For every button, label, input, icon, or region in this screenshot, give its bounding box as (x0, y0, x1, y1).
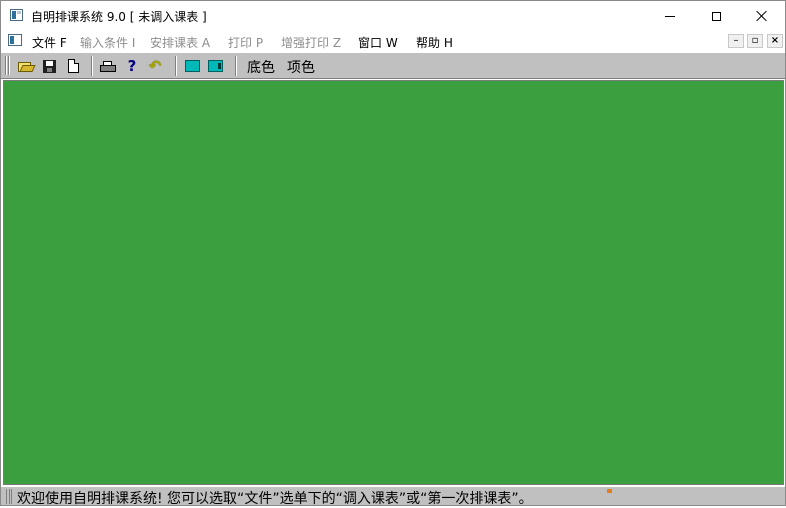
toolbar-separator (175, 56, 176, 76)
menu-window[interactable]: 窗口 W (358, 34, 398, 51)
menu-bar: 文件 F 输入条件 I 安排课表 A 打印 P 增强打印 Z 窗口 W 帮助 H… (1, 31, 785, 51)
save-icon (42, 59, 56, 73)
background-color-label-button[interactable]: 底色 (247, 57, 275, 77)
undo-button[interactable]: ↶ (145, 56, 165, 76)
status-grip (6, 489, 10, 504)
help-icon: ? (127, 57, 137, 75)
toolbar: ? ↶ 底色 项色 (1, 52, 785, 79)
maximize-icon (711, 11, 721, 21)
close-button[interactable] (739, 1, 785, 31)
new-button[interactable] (63, 56, 83, 76)
mdi-close-button[interactable]: × (767, 34, 783, 48)
close-icon (756, 10, 768, 22)
menu-input-conditions[interactable]: 输入条件 I (80, 34, 135, 51)
new-file-icon (67, 59, 79, 73)
item-color-label-button[interactable]: 项色 (287, 57, 315, 77)
toolbar-separator (91, 56, 92, 76)
window-title: 自明排课系统 9.0 [ 未调入课表 ] (31, 10, 207, 24)
app-window: 自明排课系统 9.0 [ 未调入课表 ] 文件 F 输入条件 I 安排课表 A … (0, 0, 786, 507)
mdi-minimize-button[interactable]: – (728, 34, 744, 48)
status-grip (11, 489, 12, 504)
save-button[interactable] (39, 56, 59, 76)
document-window-icon[interactable] (8, 34, 22, 46)
item-color-button[interactable] (205, 56, 225, 76)
title-bar[interactable]: 自明排课系统 9.0 [ 未调入课表 ] (1, 1, 785, 31)
status-indicator (607, 489, 612, 493)
menu-print[interactable]: 打印 P (228, 34, 263, 51)
menu-file[interactable]: 文件 F (32, 34, 67, 51)
minimize-icon (665, 15, 675, 17)
status-message: 欢迎使用自明排课系统! 您可以选取“文件”选单下的“调入课表”或“第一次排课表”… (17, 491, 533, 507)
menu-enhanced-print[interactable]: 增强打印 Z (281, 34, 341, 51)
mdi-client-area[interactable] (3, 80, 784, 485)
open-folder-icon (18, 60, 34, 72)
help-button[interactable]: ? (122, 56, 142, 76)
toolbar-grip[interactable] (5, 56, 6, 75)
toolbar-grip[interactable] (8, 56, 9, 75)
print-icon (100, 60, 116, 72)
minimize-button[interactable] (647, 1, 693, 31)
app-icon[interactable] (10, 9, 23, 21)
toolbar-separator (235, 56, 236, 76)
menu-arrange-schedule[interactable]: 安排课表 A (150, 34, 210, 51)
maximize-button[interactable] (693, 1, 739, 31)
undo-icon: ↶ (148, 57, 162, 75)
print-button[interactable] (98, 56, 118, 76)
mdi-restore-button[interactable]: ▫ (747, 34, 763, 48)
menu-help[interactable]: 帮助 H (416, 34, 453, 51)
item-color-icon (207, 60, 223, 72)
background-color-button[interactable] (182, 56, 202, 76)
background-color-icon (184, 60, 200, 72)
status-bar: 欢迎使用自明排课系统! 您可以选取“文件”选单下的“调入课表”或“第一次排课表”… (1, 486, 785, 507)
open-button[interactable] (16, 56, 36, 76)
